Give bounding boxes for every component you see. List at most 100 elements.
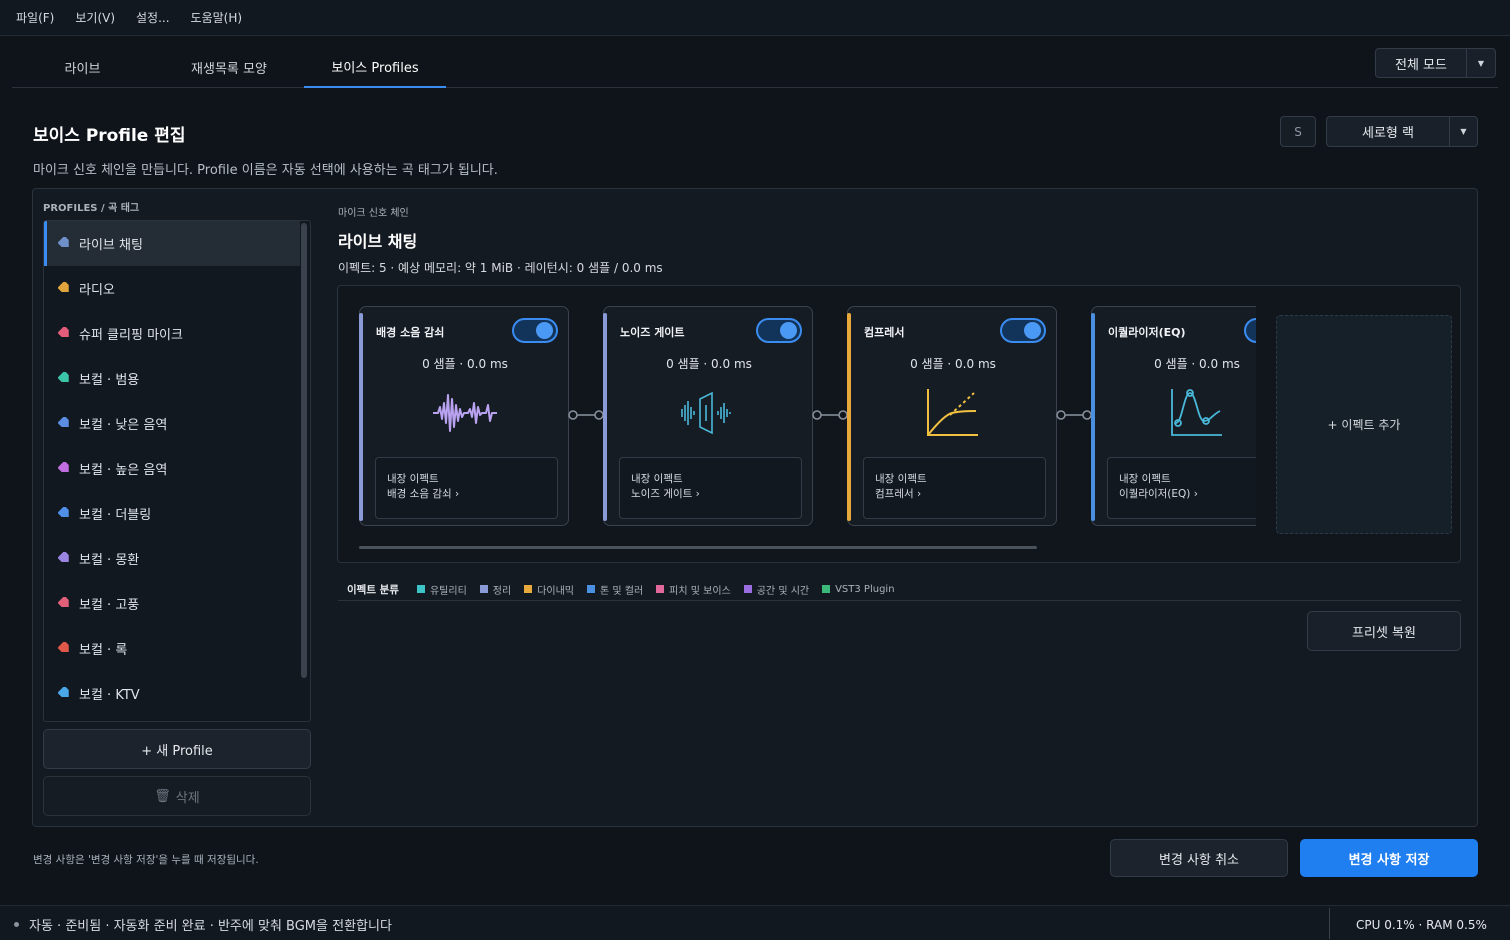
legend-item: 톤 및 컬러 <box>587 582 643 597</box>
profile-item-label: 보컬 · KTV <box>79 688 140 703</box>
layout-dropdown[interactable]: 세로형 랙 ▼ <box>1326 116 1478 147</box>
tag-icon <box>58 417 69 428</box>
trash-icon: 🗑 <box>154 788 171 804</box>
full-mode-dropdown[interactable]: 전체 모드 ▼ <box>1375 48 1496 78</box>
effect-enable-toggle[interactable] <box>512 318 558 343</box>
effect-source-type: 내장 이펙트 <box>875 473 927 485</box>
effect-latency: 0 샘플 · 0.0 ms <box>666 357 752 371</box>
effect-source-name: 배경 소음 감쇠 <box>387 488 452 500</box>
profiles-label: PROFILES / 곡 태그 <box>43 203 140 214</box>
profile-item[interactable]: 라이브 채팅 <box>44 221 300 266</box>
tab-voice-profiles[interactable]: 보이스 Profiles <box>304 46 446 88</box>
profile-item[interactable]: 보컬 · 더블링 <box>44 491 300 536</box>
layout-select-button[interactable]: 세로형 랙 <box>1327 117 1450 146</box>
save-changes-button[interactable]: 변경 사항 저장 <box>1300 839 1478 877</box>
profile-item-label: 보컬 · 더블링 <box>79 508 152 523</box>
profile-item[interactable]: 보컬 · 낮은 음역 <box>44 401 300 446</box>
add-effect-button[interactable]: + 이펙트 추가 <box>1276 315 1452 534</box>
category-accent-bar <box>847 313 851 521</box>
effect-source-box[interactable]: 내장 이펙트 이퀄라이저(EQ) › <box>1107 457 1256 519</box>
profile-item-label: 라디오 <box>79 283 115 298</box>
profile-item-label: 보컬 · 고풍 <box>79 598 140 613</box>
legend-item: 유틸리티 <box>416 582 467 597</box>
effect-source-name: 노이즈 게이트 <box>631 488 693 500</box>
profile-list: 라이브 채팅 라디오 슈퍼 클리핑 마이크 보컬 · 범용 보컬 · 낮은 음역… <box>43 220 311 722</box>
effect-source-box[interactable]: 내장 이펙트 컴프레서 › <box>863 457 1046 519</box>
profile-item[interactable]: 보컬 · 몽환 <box>44 536 300 581</box>
effect-name: 배경 소음 감쇠 <box>376 326 445 339</box>
effect-enable-toggle[interactable] <box>1244 318 1256 343</box>
chevron-right-icon: › <box>454 488 460 500</box>
profile-item[interactable]: 라디오 <box>44 266 300 311</box>
status-bar: 자동 · 준비됨 · 자동화 준비 완료 · 반주에 맞춰 BGM을 전환합니다… <box>0 905 1510 940</box>
compressor-curve-icon <box>927 389 978 436</box>
profile-item-label: 보컬 · 몽환 <box>79 553 140 568</box>
profile-item[interactable]: 보컬 · 록 <box>44 626 300 671</box>
profile-item[interactable]: 보컬 · KTV <box>44 671 300 716</box>
cancel-changes-button[interactable]: 변경 사항 취소 <box>1110 839 1288 877</box>
chain-title: 라이브 채팅 <box>338 232 418 251</box>
effect-source-name: 이퀄라이저(EQ) <box>1119 488 1191 500</box>
tag-icon <box>58 372 69 383</box>
category-accent-bar <box>359 313 363 521</box>
gate-icon <box>681 391 731 435</box>
profile-item-label: 슈퍼 클리핑 마이크 <box>79 328 183 343</box>
profile-item-label: 라이브 채팅 <box>79 238 143 253</box>
tag-icon <box>58 237 69 248</box>
delete-profile-button[interactable]: 🗑 삭제 <box>43 776 311 816</box>
save-hint: 변경 사항은 '변경 사항 저장'을 누를 때 저장됩니다. <box>33 854 259 866</box>
effect-enable-toggle[interactable] <box>1000 318 1046 343</box>
chain-connector-icon <box>568 410 604 420</box>
tab-live[interactable]: 라이브 <box>12 46 153 88</box>
category-accent-bar <box>603 313 607 521</box>
new-profile-button[interactable]: + 새 Profile <box>43 729 311 769</box>
effect-source-box[interactable]: 내장 이펙트 노이즈 게이트 › <box>619 457 802 519</box>
chevron-right-icon: › <box>695 488 700 500</box>
effect-source-name: 컴프레서 <box>875 488 914 500</box>
tag-icon <box>58 462 69 473</box>
profile-item[interactable]: 보컬 · 고풍 <box>44 581 300 626</box>
effect-card-compressor[interactable]: 컴프레서 0 샘플 · 0.0 ms 내장 이펙트 컴프레서 › <box>847 306 1057 526</box>
effect-card-noise-reduction[interactable]: 배경 소음 감쇠 0 샘플 · 0.0 ms 내장 이펙트 배경 소음 감쇠 › <box>359 306 569 526</box>
profile-item-label: 보컬 · 낮은 음역 <box>79 418 168 433</box>
preset-restore-button[interactable]: 프리셋 복원 <box>1307 611 1461 651</box>
effect-enable-toggle[interactable] <box>756 318 802 343</box>
profile-item[interactable]: 보컬 · 범용 <box>44 356 300 401</box>
legend-item: 다이내믹 <box>524 582 574 597</box>
menu-settings[interactable]: 설정... <box>136 9 170 26</box>
chevron-down-icon[interactable]: ▼ <box>1467 49 1495 77</box>
profile-item[interactable]: 슈퍼 클리핑 마이크 <box>44 311 300 356</box>
effect-name: 컴프레서 <box>864 326 905 339</box>
profile-item[interactable]: 보컬 · 높은 음역 <box>44 446 300 491</box>
effect-latency: 0 샘플 · 0.0 ms <box>1154 357 1240 371</box>
chevron-down-icon[interactable]: ▼ <box>1450 117 1477 146</box>
menu-file[interactable]: 파일(F) <box>16 9 54 26</box>
effect-source-type: 내장 이펙트 <box>387 473 439 485</box>
profile-item-label: 보컬 · 범용 <box>79 373 140 388</box>
chevron-right-icon: › <box>1193 488 1198 500</box>
tag-icon <box>58 687 69 698</box>
waveform-icon <box>433 394 497 432</box>
chain-horizontal-scrollbar[interactable] <box>359 546 1037 549</box>
menu-view[interactable]: 보기(V) <box>75 9 115 26</box>
signal-chain-rack: 배경 소음 감쇠 0 샘플 · 0.0 ms 내장 이펙트 배경 소음 감쇠 ›… <box>337 285 1461 563</box>
effect-latency: 0 샘플 · 0.0 ms <box>910 357 996 371</box>
effect-source-type: 내장 이펙트 <box>1119 473 1171 485</box>
menu-bar: 파일(F) 보기(V) 설정... 도움말(H) <box>0 0 1510 36</box>
full-mode-button[interactable]: 전체 모드 <box>1376 49 1467 77</box>
category-accent-bar <box>1091 313 1095 521</box>
profile-item-label: 보컬 · 록 <box>79 643 128 658</box>
menu-help[interactable]: 도움말(H) <box>191 9 243 26</box>
tag-icon <box>58 282 69 293</box>
effect-card-noise-gate[interactable]: 노이즈 게이트 0 샘플 · 0.0 ms 내장 이펙트 노이즈 게이트 › <box>603 306 813 526</box>
s-button[interactable]: S <box>1280 116 1316 147</box>
effect-card-eq[interactable]: 이퀄라이저(EQ) 0 샘플 · 0.0 ms 내장 이펙트 이퀄라이저(EQ)… <box>1091 306 1256 526</box>
legend-title: 이펙트 분류 <box>347 583 399 596</box>
tab-playlist-look[interactable]: 재생목록 모양 <box>158 46 300 88</box>
effect-source-box[interactable]: 내장 이펙트 배경 소음 감쇠 › <box>375 457 558 519</box>
effect-name: 노이즈 게이트 <box>620 326 685 339</box>
profile-list-scrollbar[interactable] <box>301 223 307 678</box>
legend-item: 공간 및 시간 <box>743 582 809 597</box>
chain-label: 마이크 신호 체인 <box>338 208 409 219</box>
chain-connector-icon <box>1056 410 1092 420</box>
